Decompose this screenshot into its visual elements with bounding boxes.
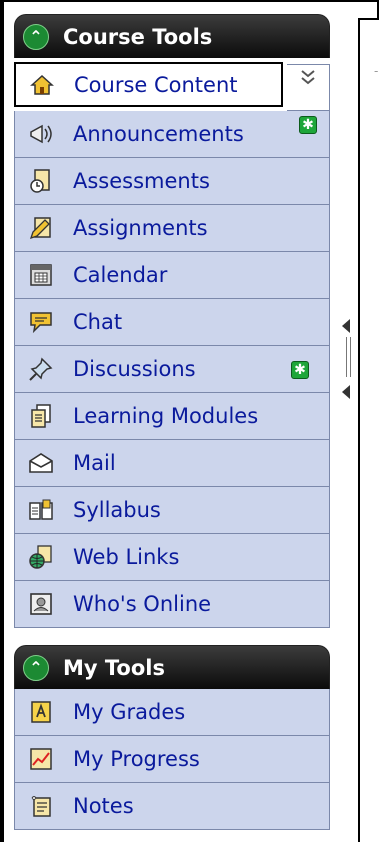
- nav-item-notes[interactable]: Notes: [14, 783, 330, 830]
- clipboard-clock-icon: [27, 167, 55, 195]
- envelope-icon: [27, 449, 55, 477]
- nav-item-label: Announcements: [73, 122, 244, 146]
- nav-item-mail[interactable]: Mail: [14, 440, 330, 487]
- my-tools-title: My Tools: [63, 655, 165, 680]
- line-chart-icon: [27, 745, 55, 773]
- collapse-left-arrow-icon[interactable]: [342, 319, 350, 333]
- nav-item-label: Chat: [73, 310, 123, 334]
- nav-item-learning-modules[interactable]: Learning Modules: [14, 393, 330, 440]
- new-icon: ✱: [291, 361, 309, 379]
- double-chevron-up-icon[interactable]: ⌃: [23, 23, 49, 50]
- nav-item-calendar[interactable]: Calendar: [14, 252, 330, 299]
- nav-item-assessments[interactable]: Assessments: [14, 158, 330, 205]
- splitter-grip[interactable]: [346, 337, 351, 377]
- nav-item-label: Syllabus: [73, 498, 161, 522]
- note-icon: [27, 792, 55, 820]
- nav-item-label: Discussions: [73, 357, 196, 381]
- course-tools-header[interactable]: ⌃ Course Tools: [14, 14, 330, 58]
- collapse-left-arrow-icon[interactable]: [342, 385, 350, 399]
- new-icon: ✱: [299, 116, 317, 134]
- nav-item-label: Notes: [73, 794, 134, 818]
- open-book-icon: [27, 496, 55, 524]
- double-chevron-down-icon: [300, 67, 316, 91]
- home-icon: [28, 71, 56, 99]
- content-pane: -: [358, 18, 379, 842]
- nav-item-label: Web Links: [73, 545, 180, 569]
- expand-button[interactable]: [287, 64, 330, 111]
- my-tools-header[interactable]: ⌃ My Tools: [14, 645, 330, 689]
- nav-item-announcements[interactable]: Announcements ✱: [14, 111, 330, 158]
- nav-item-label: Mail: [73, 451, 116, 475]
- nav-item-chat[interactable]: Chat: [14, 299, 330, 346]
- grade-letter-icon: [27, 698, 55, 726]
- globe-icon: [27, 543, 55, 571]
- speech-bubble-icon: [27, 308, 55, 336]
- course-navigation: ⌃ Course Tools Course Content Announceme…: [4, 2, 330, 842]
- nav-item-web-links[interactable]: Web Links: [14, 534, 330, 581]
- nav-item-my-grades[interactable]: My Grades: [14, 689, 330, 736]
- nav-item-label: My Grades: [73, 700, 186, 724]
- calendar-icon: [27, 261, 55, 289]
- person-portrait-icon: [27, 590, 55, 618]
- nav-item-label: My Progress: [73, 747, 200, 771]
- nav-item-syllabus[interactable]: Syllabus: [14, 487, 330, 534]
- pane-splitter[interactable]: [336, 315, 354, 405]
- nav-item-label: Assignments: [73, 216, 208, 240]
- double-chevron-up-icon[interactable]: ⌃: [23, 654, 49, 681]
- pencil-paper-icon: [27, 214, 55, 242]
- document-stack-icon: [27, 402, 55, 430]
- course-tools-title: Course Tools: [63, 24, 213, 49]
- nav-item-whos-online[interactable]: Who's Online: [14, 581, 330, 628]
- nav-item-label: Calendar: [73, 263, 168, 287]
- nav-item-label: Course Content: [74, 72, 238, 97]
- nav-item-label: Who's Online: [73, 592, 212, 616]
- nav-item-course-content[interactable]: Course Content: [14, 62, 283, 107]
- nav-item-label: Assessments: [73, 169, 210, 193]
- nav-item-discussions[interactable]: Discussions ✱: [14, 346, 330, 393]
- nav-item-assignments[interactable]: Assignments: [14, 205, 330, 252]
- pushpin-icon: [27, 355, 55, 383]
- nav-item-my-progress[interactable]: My Progress: [14, 736, 330, 783]
- content-marker: -: [374, 64, 379, 78]
- nav-item-label: Learning Modules: [73, 404, 259, 428]
- megaphone-icon: [27, 120, 55, 148]
